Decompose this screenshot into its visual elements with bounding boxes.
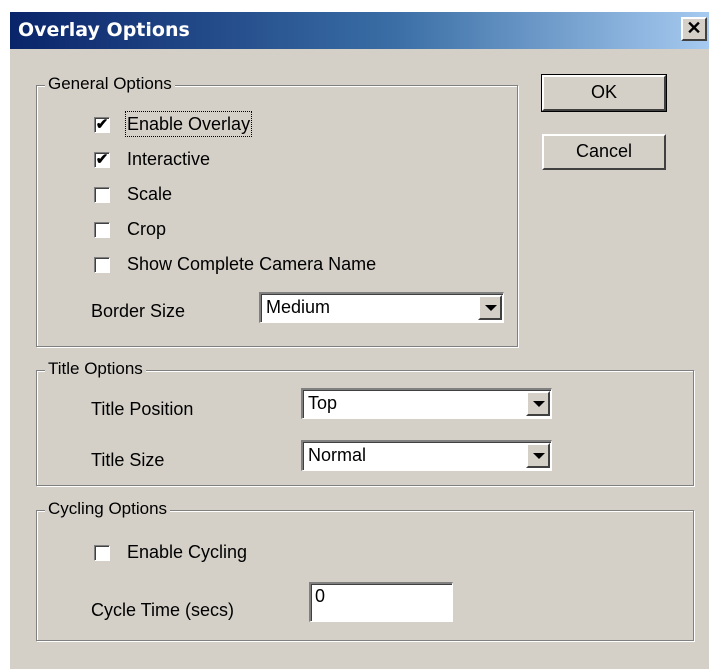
title-options-legend: Title Options	[45, 358, 146, 380]
cycling-options-group: Cycling Options Enable Cycling Cycle Tim…	[36, 498, 694, 641]
border-size-select[interactable]: Medium	[259, 292, 504, 323]
general-options-group: General Options ✔ Enable Overlay ✔ Inter…	[36, 73, 518, 347]
title-size-label: Title Size	[91, 450, 165, 470]
cycle-time-input[interactable]: 0	[309, 582, 453, 622]
window-title: Overlay Options	[18, 19, 190, 41]
show-complete-camera-name-checkbox[interactable]	[94, 257, 110, 273]
checkmark-icon: ✔	[95, 116, 109, 133]
crop-checkbox[interactable]	[94, 222, 110, 238]
title-position-label: Title Position	[91, 399, 194, 419]
title-options-group: Title Options Title Position Top Title S…	[36, 358, 694, 486]
title-size-value: Normal	[308, 445, 367, 465]
enable-overlay-checkbox[interactable]: ✔	[94, 117, 110, 133]
border-size-value: Medium	[266, 297, 331, 317]
cancel-button[interactable]: Cancel	[542, 134, 666, 170]
general-options-legend: General Options	[45, 73, 175, 95]
title-position-select[interactable]: Top	[301, 388, 552, 419]
scale-label[interactable]: Scale	[127, 183, 172, 205]
dropdown-arrow-icon[interactable]	[526, 443, 550, 468]
close-icon[interactable]: ✕	[681, 17, 707, 41]
cycling-options-legend: Cycling Options	[45, 498, 171, 520]
enable-cycling-checkbox[interactable]	[94, 545, 110, 561]
overlay-options-dialog: Overlay Options ✕ General Options ✔ Enab…	[10, 12, 709, 669]
interactive-label[interactable]: Interactive	[127, 148, 210, 170]
interactive-checkbox[interactable]: ✔	[94, 152, 110, 168]
dropdown-arrow-icon[interactable]	[526, 391, 550, 416]
border-size-label: Border Size	[91, 301, 186, 321]
show-complete-camera-name-label[interactable]: Show Complete Camera Name	[127, 253, 376, 275]
cycle-time-label: Cycle Time (secs)	[91, 600, 235, 620]
title-bar[interactable]: Overlay Options ✕	[10, 12, 709, 49]
checkmark-icon: ✔	[95, 151, 109, 168]
dropdown-arrow-icon[interactable]	[478, 295, 502, 320]
crop-label[interactable]: Crop	[127, 218, 166, 240]
enable-cycling-label[interactable]: Enable Cycling	[127, 541, 247, 563]
ok-button[interactable]: OK	[541, 74, 667, 112]
enable-overlay-label[interactable]: Enable Overlay	[124, 111, 253, 137]
scale-checkbox[interactable]	[94, 187, 110, 203]
title-position-value: Top	[308, 393, 338, 413]
title-size-select[interactable]: Normal	[301, 440, 552, 471]
